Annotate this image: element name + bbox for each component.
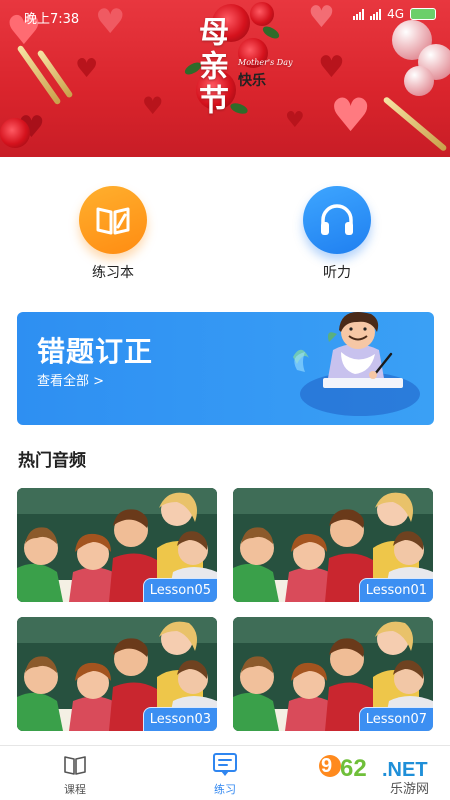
status-time: 晚上7:38 xyxy=(24,12,80,27)
lesson-tag: Lesson07 xyxy=(358,707,433,731)
heart-decoration: ♥ xyxy=(75,54,99,84)
battery-icon xyxy=(410,8,436,20)
signal-icon xyxy=(370,8,382,20)
listening-label: 听力 xyxy=(323,265,351,281)
status-bar: 晚上7:38 4G xyxy=(0,0,450,28)
listening-entry[interactable]: 听力 xyxy=(292,186,382,282)
lesson-tag: Lesson03 xyxy=(142,707,217,731)
mistake-correction-banner[interactable]: 错题订正 查看全部 > xyxy=(17,312,434,425)
top-banner[interactable]: ♥ ♥ ♥ ♥ ♥ ♥ ♥ ♥ ♥ 母亲节 快乐 Mother's Day 晚上… xyxy=(0,0,450,157)
site-watermark-logo: 9 62 .NET 乐游网 xyxy=(319,755,429,796)
student-writing-illustration xyxy=(293,312,420,416)
workbook-label: 练习本 xyxy=(92,265,134,281)
rose-decoration xyxy=(0,118,30,148)
tab-practice[interactable]: 练习 xyxy=(195,752,255,797)
status-indicators: 4G xyxy=(353,7,436,21)
watermark-site: 乐游网 xyxy=(390,782,429,796)
audio-card[interactable]: Lesson05 xyxy=(17,488,217,602)
audio-card[interactable]: Lesson07 xyxy=(233,617,433,731)
heart-decoration: ♥ xyxy=(285,108,305,133)
open-book-pencil-icon xyxy=(79,186,147,254)
workbook-entry[interactable]: 练习本 xyxy=(68,186,158,282)
watermark-tld: .NET xyxy=(382,759,428,781)
audio-card[interactable]: Lesson03 xyxy=(17,617,217,731)
watermark-number: 9 xyxy=(321,755,332,777)
ribbon-decoration xyxy=(382,95,448,153)
balloon-decoration xyxy=(404,66,434,96)
tab-practice-label: 练习 xyxy=(214,783,236,796)
network-type: 4G xyxy=(387,7,404,21)
heart-decoration: ♥ xyxy=(142,92,164,120)
practice-list-icon xyxy=(195,752,255,778)
book-icon xyxy=(45,752,105,778)
heart-decoration: ♥ xyxy=(330,88,372,142)
audio-card[interactable]: Lesson01 xyxy=(233,488,433,602)
heart-decoration: ♥ xyxy=(318,50,345,85)
watermark-number-rest: 62 xyxy=(340,755,367,782)
festival-title-1: 母亲节 xyxy=(193,16,228,118)
hot-audio-title: 热门音频 xyxy=(18,451,86,471)
mistake-title: 错题订正 xyxy=(37,335,154,368)
headphones-icon xyxy=(303,186,371,254)
view-all-link[interactable]: 查看全部 > xyxy=(37,370,104,389)
leaf-decoration xyxy=(229,101,249,116)
lesson-tag: Lesson01 xyxy=(358,578,433,602)
signal-icon xyxy=(353,8,365,20)
festival-english-script: Mother's Day xyxy=(238,58,293,67)
lesson-tag: Lesson05 xyxy=(142,578,217,602)
tab-course-label: 课程 xyxy=(64,783,86,796)
festival-subtitle: 快乐 xyxy=(238,73,266,89)
tab-course[interactable]: 课程 xyxy=(45,752,105,797)
